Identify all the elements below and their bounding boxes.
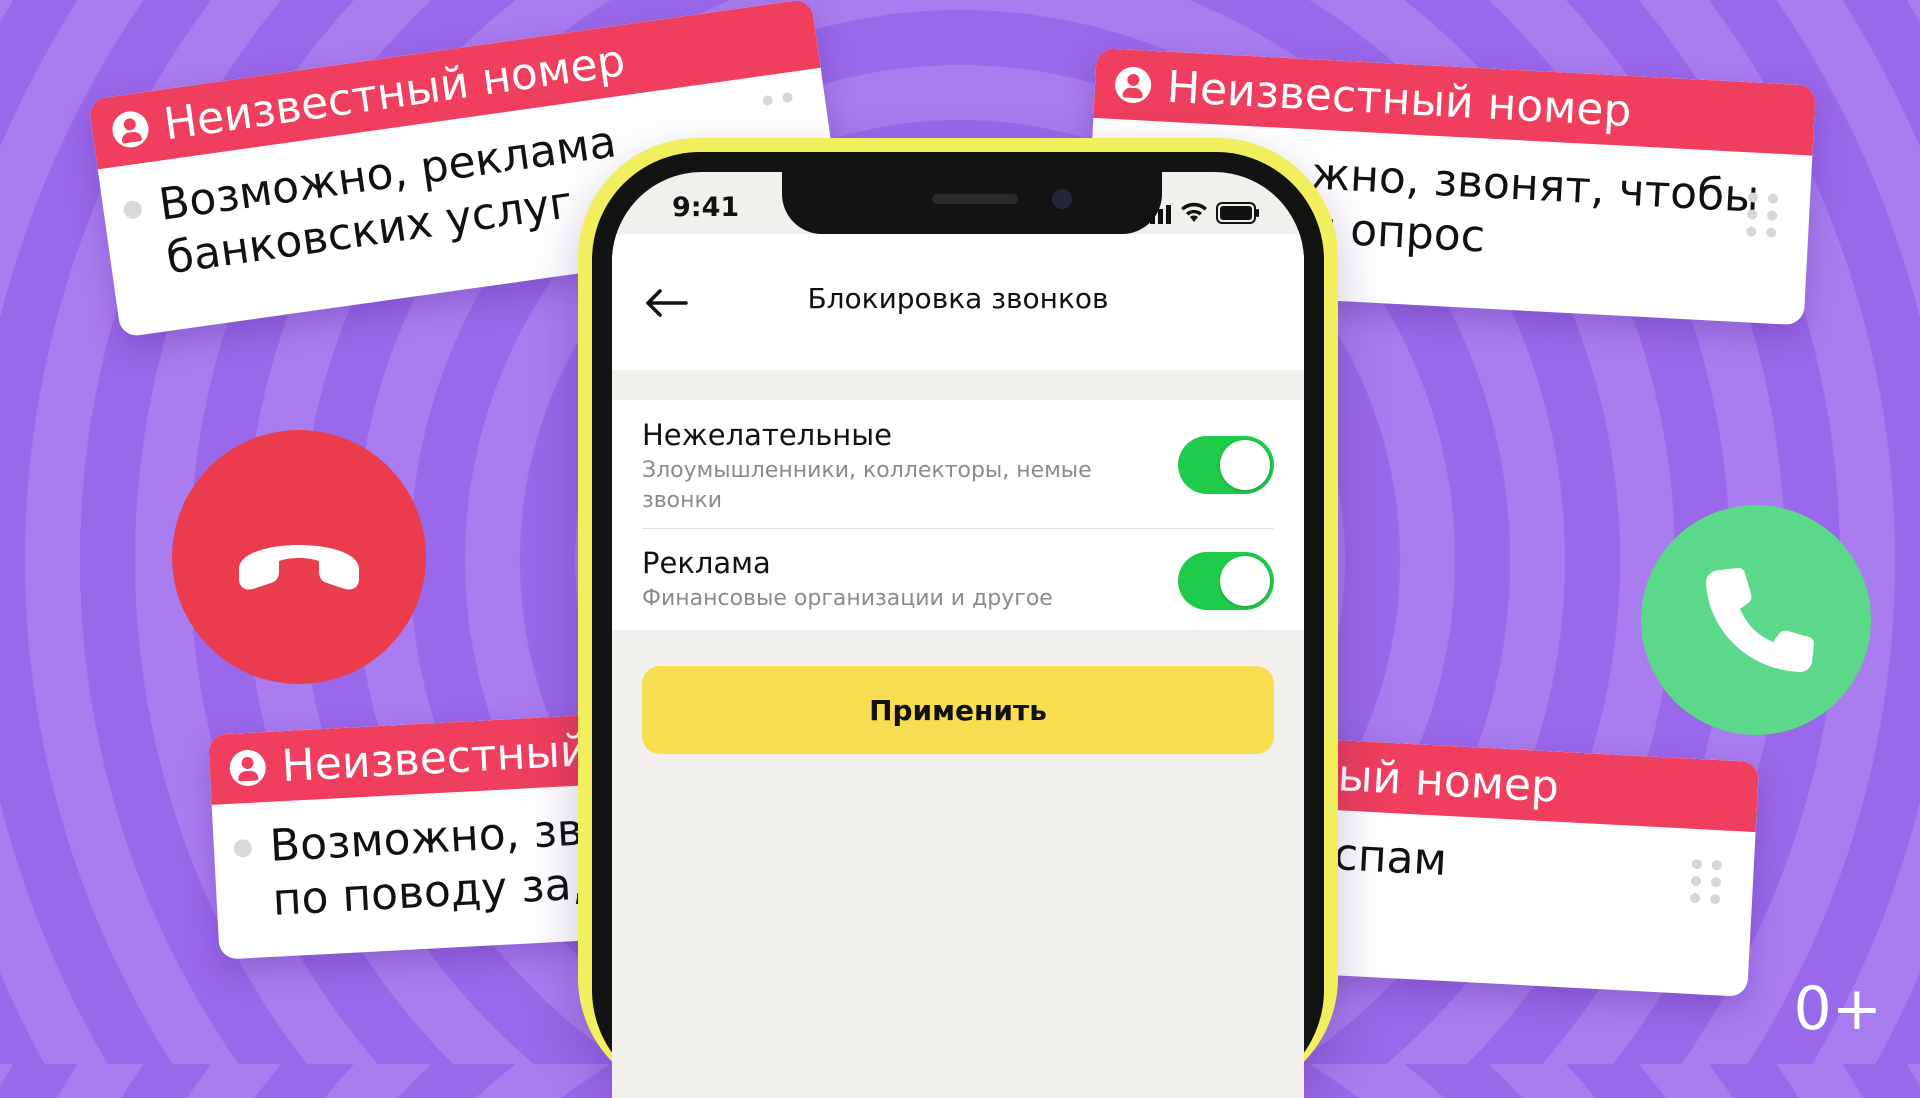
bullet-icon [122,199,143,221]
navigation-bar: Блокировка звонков [612,234,1304,370]
page-title: Блокировка звонков [807,282,1109,315]
decline-call-button[interactable] [172,430,426,684]
camera-icon [1052,189,1072,209]
phone-screen: 9:41 Блокировка звонков Нежелательные Зл… [612,172,1304,1098]
setting-title: Нежелательные [642,418,892,452]
drag-handle-icon [1689,858,1726,905]
status-time: 9:41 [672,192,740,223]
phone-mockup: 9:41 Блокировка звонков Нежелательные Зл… [578,138,1338,1098]
phone-icon [1706,568,1814,672]
user-icon [1114,66,1153,104]
card-text-line1: спам [1332,829,1449,886]
toggle-ads[interactable] [1178,552,1274,610]
drag-handle-icon [762,91,802,139]
card-header-text: ый номер [1336,749,1561,813]
divider [642,528,1274,529]
wifi-icon [1181,202,1207,222]
toggle-unwanted[interactable] [1178,436,1274,494]
status-icons [1142,202,1260,224]
settings-list: Нежелательные Злоумышленники, коллекторы… [612,400,1304,630]
accept-call-button[interactable] [1641,505,1871,735]
speaker-icon [932,194,1018,204]
drag-handle-icon [1746,192,1782,238]
apply-button[interactable]: Применить [642,666,1274,754]
age-rating: 0+ [1793,974,1882,1044]
phone-bezel: 9:41 Блокировка звонков Нежелательные Зл… [592,152,1324,1098]
signal-icon [1142,205,1171,224]
user-icon [110,109,151,150]
setting-subtitle-line2: звонки [642,488,723,513]
battery-icon [1216,202,1259,224]
hang-up-icon [239,545,359,590]
user-icon [228,749,267,787]
phone-notch [782,172,1162,234]
card-header-text: Неизвестный [280,724,590,792]
bullet-icon [233,838,253,858]
